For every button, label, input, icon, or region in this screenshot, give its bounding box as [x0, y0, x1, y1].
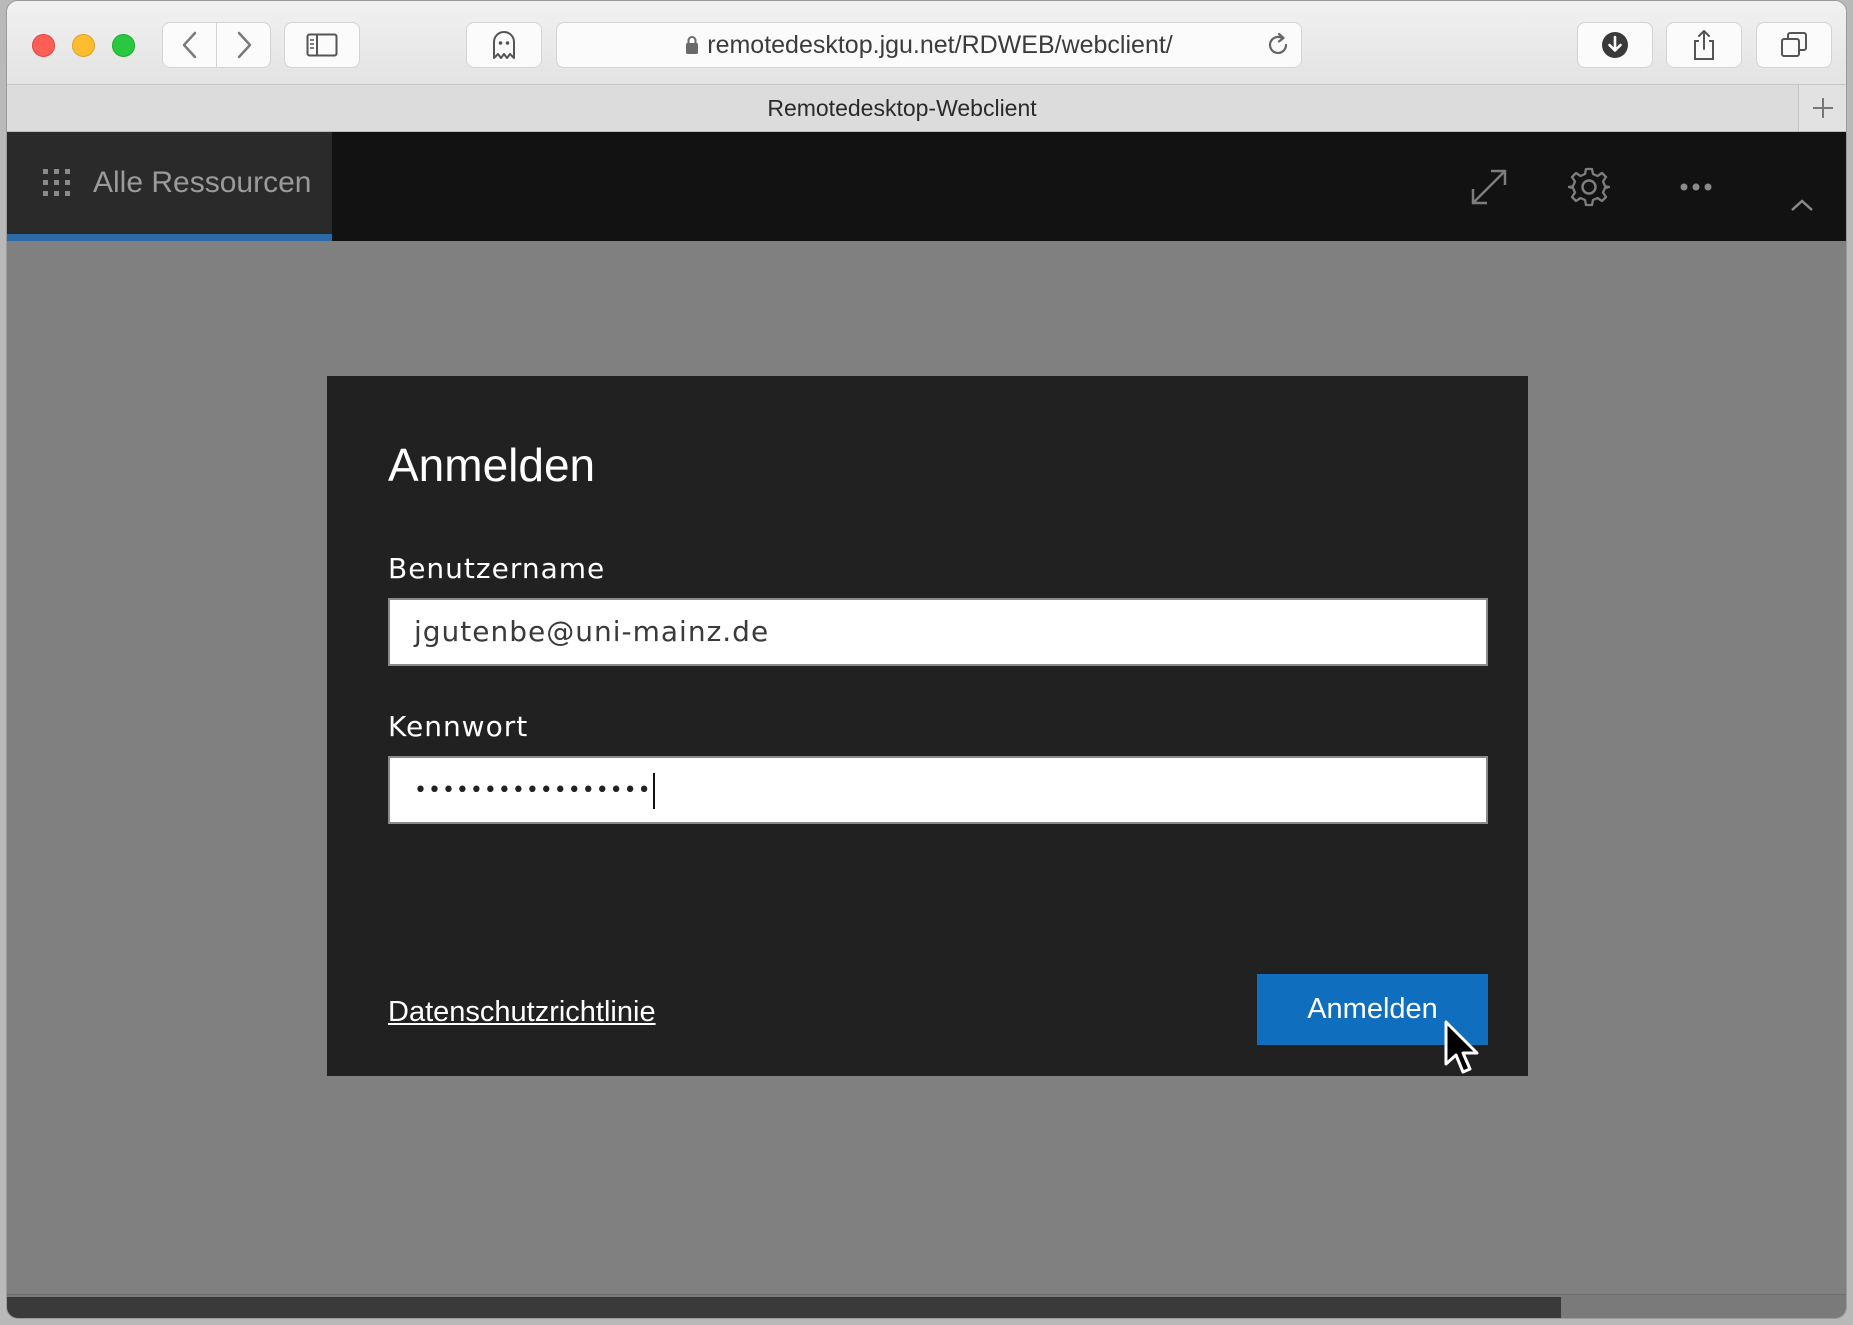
login-dialog: Anmelden Benutzername jgutenbe@uni-mainz… [327, 376, 1528, 1076]
text-caret [652, 773, 655, 809]
password-value: ••••••••••••••••• [414, 778, 652, 803]
app-grid-icon [43, 169, 70, 196]
username-input[interactable]: jgutenbe@uni-mainz.de [388, 598, 1488, 666]
browser-window: remotedesktop.jgu.net/RDWEB/webclient/ R… [6, 0, 1847, 1319]
app-header: Alle Ressourcen [7, 132, 1846, 241]
more-icon[interactable] [1671, 162, 1721, 212]
zoom-window-icon[interactable] [112, 34, 135, 57]
web-page: Alle Ressourcen Anmelden Benutzername jg… [7, 132, 1846, 1318]
share-button[interactable] [1666, 22, 1742, 68]
fullscreen-icon[interactable] [1464, 162, 1514, 212]
horizontal-scrollbar[interactable] [7, 1294, 1846, 1318]
new-tab-button[interactable] [1798, 85, 1846, 131]
close-window-icon[interactable] [32, 34, 55, 57]
tab-bar: Remotedesktop-Webclient [7, 84, 1846, 132]
username-label: Benutzername [388, 552, 606, 585]
forward-button[interactable] [217, 23, 270, 67]
lock-icon [686, 36, 699, 54]
tab-all-resources-label: Alle Ressourcen [93, 166, 312, 199]
download-icon [1602, 32, 1628, 58]
back-button[interactable] [163, 23, 216, 67]
chevron-up-icon[interactable] [1777, 180, 1827, 230]
forward-icon [237, 31, 251, 59]
dialog-title: Anmelden [388, 439, 596, 491]
scrollbar-thumb[interactable] [7, 1297, 1561, 1318]
browser-toolbar: remotedesktop.jgu.net/RDWEB/webclient/ [7, 1, 1846, 84]
gear-icon[interactable] [1564, 162, 1614, 212]
new-tab-icon [1812, 98, 1833, 118]
password-input[interactable]: ••••••••••••••••• [388, 756, 1488, 824]
reload-icon[interactable] [1265, 32, 1291, 58]
tabs-overview-icon [1781, 32, 1807, 57]
url-text: remotedesktop.jgu.net/RDWEB/webclient/ [707, 30, 1173, 59]
sidebar-icon [306, 33, 338, 57]
navigation-buttons [162, 22, 271, 68]
sidebar-button[interactable] [284, 22, 360, 68]
privacy-policy-link[interactable]: Datenschutzrichtlinie [388, 996, 656, 1029]
address-bar[interactable]: remotedesktop.jgu.net/RDWEB/webclient/ [556, 22, 1302, 68]
active-tab[interactable]: Remotedesktop-Webclient [7, 85, 1797, 131]
downloads-button[interactable] [1577, 22, 1653, 68]
tab-all-resources[interactable]: Alle Ressourcen [7, 132, 332, 241]
share-icon [1694, 30, 1714, 60]
minimize-window-icon[interactable] [72, 34, 95, 57]
password-label: Kennwort [388, 710, 529, 743]
ghost-icon [493, 31, 515, 59]
tab-overview-button[interactable] [1756, 22, 1832, 68]
mouse-pointer-icon [1444, 1020, 1479, 1074]
username-value: jgutenbe@uni-mainz.de [414, 615, 770, 648]
ghostery-extension-button[interactable] [466, 22, 542, 68]
back-icon [182, 31, 196, 59]
